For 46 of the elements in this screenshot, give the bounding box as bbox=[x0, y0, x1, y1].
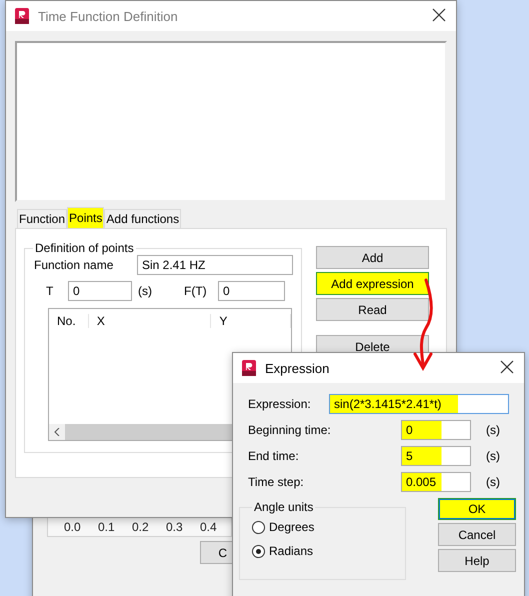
dialog-button[interactable]: Add bbox=[316, 246, 429, 269]
close-icon[interactable] bbox=[432, 8, 448, 24]
dialog-button[interactable]: Cancel bbox=[438, 523, 516, 546]
time-field[interactable]: 0 bbox=[68, 281, 132, 301]
dialog-button[interactable]: OK bbox=[438, 498, 516, 520]
dialog-button[interactable]: C bbox=[200, 541, 233, 564]
axis-label: 0.3 bbox=[166, 520, 184, 534]
axis-label: 0.0 bbox=[64, 520, 82, 534]
dialog-button[interactable]: Add expression bbox=[316, 272, 429, 295]
unit-label: (s) bbox=[486, 423, 500, 437]
unit-label: (s) bbox=[486, 475, 500, 489]
tab[interactable]: Points bbox=[67, 207, 104, 228]
close-icon[interactable] bbox=[500, 360, 516, 376]
field-label: Beginning time: bbox=[248, 423, 332, 437]
group-title: Angle units bbox=[253, 500, 314, 514]
app-logo-icon bbox=[241, 360, 257, 376]
field-label: T bbox=[45, 284, 54, 298]
window-title: Expression bbox=[265, 360, 330, 376]
column-header: X bbox=[88, 314, 212, 328]
field-label: Expression: bbox=[248, 397, 312, 411]
group-title: Definition of points bbox=[34, 241, 135, 255]
tab[interactable]: Add functions bbox=[104, 209, 182, 228]
dialog-button[interactable]: Read bbox=[316, 298, 429, 321]
column-header: No. bbox=[49, 314, 89, 328]
unit-label: (s) bbox=[486, 449, 500, 463]
column-header: Y bbox=[211, 314, 291, 328]
unit-label: (s) bbox=[137, 284, 153, 298]
field-label: End time: bbox=[248, 449, 300, 463]
axis-label: 0.1 bbox=[98, 520, 116, 534]
value-field[interactable]: 0 bbox=[218, 281, 285, 301]
axis-label: 0.2 bbox=[132, 520, 150, 534]
window-title: Time Function Definition bbox=[38, 8, 179, 24]
radio-option[interactable]: Radians bbox=[252, 544, 393, 558]
time-field[interactable]: 0.005 bbox=[401, 472, 471, 492]
tab[interactable]: Function bbox=[17, 209, 68, 228]
dialog-button[interactable]: Help bbox=[438, 549, 516, 572]
time-field[interactable]: 5 bbox=[401, 446, 471, 466]
radio-option[interactable]: Degrees bbox=[252, 520, 393, 534]
function-name-field[interactable]: Sin 2.41 HZ bbox=[137, 255, 293, 275]
axis-label: 0.4 bbox=[200, 520, 218, 534]
field-label: Time step: bbox=[248, 475, 305, 489]
expression-field[interactable]: sin(2*3.1415*2.41*t) bbox=[329, 394, 509, 414]
field-label: Function name bbox=[33, 258, 114, 272]
time-field[interactable]: 0 bbox=[401, 420, 471, 440]
app-logo-icon bbox=[14, 8, 30, 24]
field-label: F(T) bbox=[184, 284, 208, 298]
